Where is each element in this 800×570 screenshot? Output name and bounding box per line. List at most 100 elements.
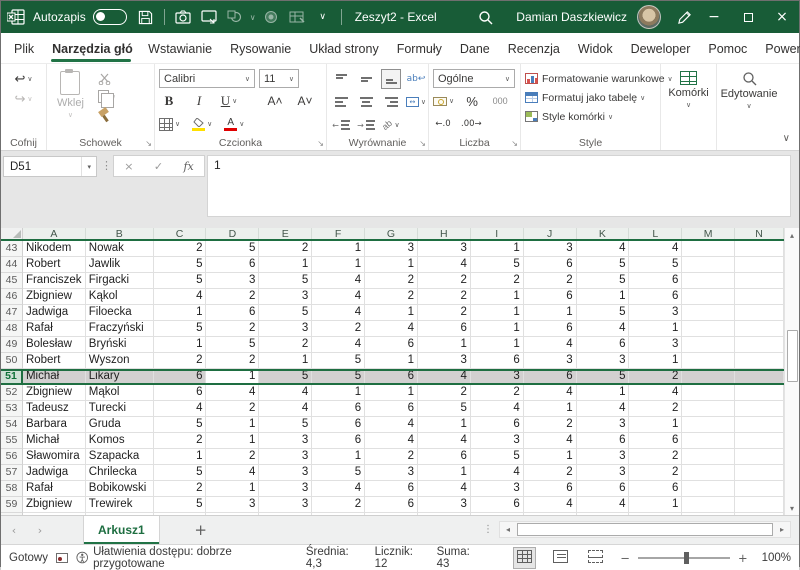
- cell-styles-button[interactable]: Style komórki ∨: [525, 107, 656, 126]
- cell-G45[interactable]: 2: [365, 273, 418, 289]
- cell-A58[interactable]: Rafał: [23, 481, 86, 497]
- cell-I56[interactable]: 5: [471, 449, 524, 465]
- cell-J58[interactable]: 6: [524, 481, 577, 497]
- cell-N46[interactable]: [735, 289, 784, 305]
- cell-B45[interactable]: Firgacki: [86, 273, 154, 289]
- cell-L50[interactable]: 1: [629, 353, 682, 369]
- cell-M58[interactable]: [682, 481, 735, 497]
- cell-J45[interactable]: 2: [524, 273, 577, 289]
- tab-wstawianie[interactable]: Wstawianie: [139, 35, 221, 62]
- cell-C44[interactable]: 5: [154, 257, 207, 273]
- cell-I52[interactable]: 2: [471, 385, 524, 401]
- cell-H57[interactable]: 1: [418, 465, 471, 481]
- cell-C45[interactable]: 5: [154, 273, 207, 289]
- row-header-50[interactable]: 50: [1, 353, 23, 369]
- merge-center-button[interactable]: ↔∨: [406, 92, 426, 112]
- row-header-54[interactable]: 54: [1, 417, 23, 433]
- cell-E58[interactable]: 3: [259, 481, 312, 497]
- cell-A48[interactable]: Rafał: [23, 321, 86, 337]
- cell-E57[interactable]: 3: [259, 465, 312, 481]
- cell-A54[interactable]: Barbara: [23, 417, 86, 433]
- cell-C54[interactable]: 5: [154, 417, 207, 433]
- row-header-55[interactable]: 55: [1, 433, 23, 449]
- cell-K54[interactable]: 3: [577, 417, 630, 433]
- column-header-H[interactable]: H: [418, 228, 471, 239]
- cell-L43[interactable]: 4: [629, 241, 682, 257]
- cell-B46[interactable]: Kąkol: [86, 289, 154, 305]
- cell-J47[interactable]: 1: [524, 305, 577, 321]
- align-right-button[interactable]: [381, 92, 401, 112]
- cell-B47[interactable]: Filoecka: [86, 305, 154, 321]
- paste-button[interactable]: Wklej ∨: [51, 69, 90, 135]
- cell-H45[interactable]: 2: [418, 273, 471, 289]
- font-name-combobox[interactable]: Calibri∨: [159, 69, 255, 88]
- cell-G43[interactable]: 3: [365, 241, 418, 257]
- cell-K47[interactable]: 5: [577, 305, 630, 321]
- cell-N56[interactable]: [735, 449, 784, 465]
- cell-E52[interactable]: 4: [259, 385, 312, 401]
- cell-N57[interactable]: [735, 465, 784, 481]
- row-header-52[interactable]: 52: [1, 385, 23, 401]
- scroll-right-icon[interactable]: ▸: [774, 522, 790, 537]
- cell-H56[interactable]: 6: [418, 449, 471, 465]
- cell-K51[interactable]: 5: [577, 371, 630, 383]
- row-header-49[interactable]: 49: [1, 337, 23, 353]
- tab-widok[interactable]: Widok: [569, 35, 622, 62]
- cell-E54[interactable]: 5: [259, 417, 312, 433]
- camera-icon[interactable]: [170, 4, 196, 30]
- fill-color-button[interactable]: ∨: [192, 114, 212, 134]
- wrap-text-button[interactable]: ab↩: [406, 69, 426, 89]
- shape-dropdown-icon[interactable]: ∨: [248, 4, 258, 30]
- cell-D46[interactable]: 2: [206, 289, 259, 305]
- cell-C57[interactable]: 5: [154, 465, 207, 481]
- row-header-58[interactable]: 58: [1, 481, 23, 497]
- cell-E43[interactable]: 2: [259, 241, 312, 257]
- cell-H50[interactable]: 3: [418, 353, 471, 369]
- cell-K49[interactable]: 6: [577, 337, 630, 353]
- cell-N54[interactable]: [735, 417, 784, 433]
- increase-decimal-button[interactable]: ←.0: [433, 114, 453, 134]
- cell-B53[interactable]: Turecki: [86, 401, 154, 417]
- confirm-entry-icon[interactable]: ✓: [154, 160, 163, 173]
- column-header-D[interactable]: D: [206, 228, 259, 239]
- cell-C49[interactable]: 1: [154, 337, 207, 353]
- row-header-59[interactable]: 59: [1, 497, 23, 513]
- row-header-57[interactable]: 57: [1, 465, 23, 481]
- cell-D54[interactable]: 1: [206, 417, 259, 433]
- tab-formu-y[interactable]: Formuły: [388, 35, 451, 62]
- cell-L55[interactable]: 6: [629, 433, 682, 449]
- borders-button[interactable]: ∨: [159, 114, 180, 134]
- cell-C48[interactable]: 5: [154, 321, 207, 337]
- cell-M50[interactable]: [682, 353, 735, 369]
- cell-H49[interactable]: 1: [418, 337, 471, 353]
- cell-C52[interactable]: 6: [154, 385, 207, 401]
- cell-N51[interactable]: [735, 371, 784, 383]
- cell-C58[interactable]: 2: [154, 481, 207, 497]
- name-box[interactable]: D51▾: [3, 156, 97, 177]
- cell-E55[interactable]: 3: [259, 433, 312, 449]
- cell-H54[interactable]: 1: [418, 417, 471, 433]
- cells-button[interactable]: Komórki ∨: [662, 69, 714, 111]
- cell-M47[interactable]: [682, 305, 735, 321]
- conditional-formatting-button[interactable]: Formatowanie warunkowe ∨: [525, 69, 656, 88]
- cell-F53[interactable]: 6: [312, 401, 365, 417]
- cell-J50[interactable]: 3: [524, 353, 577, 369]
- font-color-button[interactable]: A∨: [224, 114, 244, 134]
- cell-L46[interactable]: 6: [629, 289, 682, 305]
- page-layout-view-button[interactable]: [550, 548, 571, 568]
- row-header-44[interactable]: 44: [1, 257, 23, 273]
- record-icon[interactable]: [258, 4, 284, 30]
- pen-icon[interactable]: [671, 4, 697, 30]
- column-header-C[interactable]: C: [154, 228, 207, 239]
- tab-dane[interactable]: Dane: [451, 35, 499, 62]
- column-header-N[interactable]: N: [735, 228, 784, 239]
- clipboard-dialog-launcher[interactable]: ↘: [145, 139, 152, 148]
- scroll-down-icon[interactable]: ▾: [785, 501, 799, 515]
- cell-D48[interactable]: 2: [206, 321, 259, 337]
- normal-view-button[interactable]: [513, 547, 536, 569]
- increase-indent-button[interactable]: →: [356, 115, 376, 135]
- cell-L49[interactable]: 3: [629, 337, 682, 353]
- cell-L56[interactable]: 2: [629, 449, 682, 465]
- cell-M43[interactable]: [682, 241, 735, 257]
- align-bottom-button[interactable]: [381, 69, 401, 89]
